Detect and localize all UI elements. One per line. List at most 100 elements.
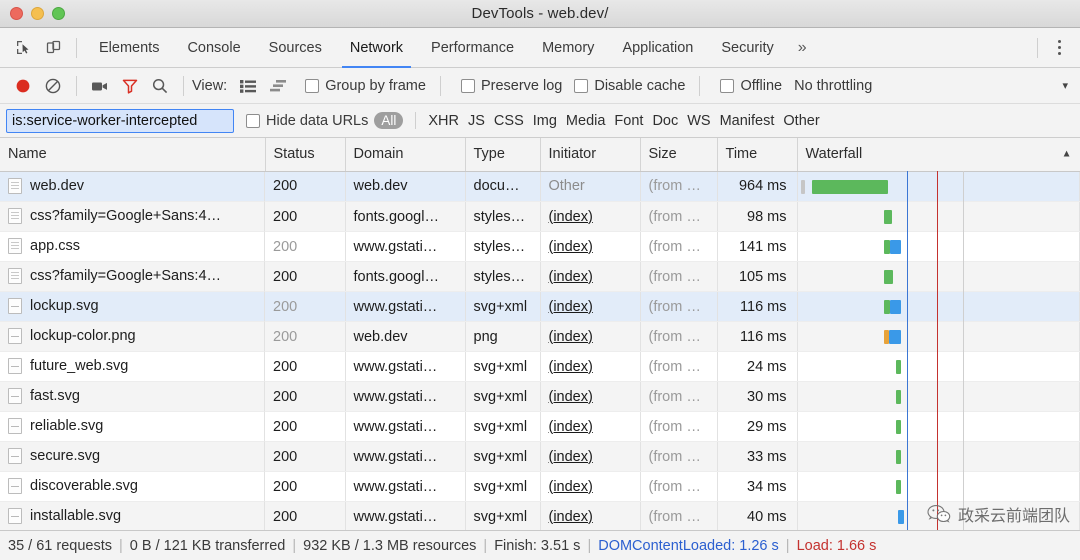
table-row[interactable]: future_web.svg 200 www.gstati… svg+xml (inde… — [0, 351, 1080, 382]
cell-size: (from … — [640, 201, 718, 232]
column-header-status[interactable]: Status — [265, 138, 346, 172]
cell-type-text: svg+xml — [473, 418, 528, 435]
table-row[interactable]: app.css 200 www.gstati… styles… (index) (from… — [0, 231, 1080, 262]
type-filter-other[interactable]: Other — [783, 113, 819, 129]
table-row[interactable]: installable.svg 200 www.gstati… svg+xml (ind… — [0, 501, 1080, 530]
cell-size: (from … — [640, 411, 718, 442]
cell-name[interactable]: reliable.svg — [0, 411, 265, 442]
requests-table-container[interactable]: Name Status Domain Type Initiator Size T… — [0, 138, 1080, 530]
cell-name[interactable]: app.css — [0, 231, 265, 262]
cell-type: svg+xml — [465, 291, 541, 322]
table-row[interactable]: lockup.svg 200 www.gstati… svg+xml (index) (f… — [0, 291, 1080, 322]
filter-funnel-icon[interactable] — [115, 73, 145, 99]
sort-ascending-icon[interactable]: ▲ — [1062, 149, 1072, 160]
type-filter-css[interactable]: CSS — [494, 113, 524, 129]
offline-box[interactable] — [720, 78, 735, 93]
column-header-waterfall[interactable]: Waterfall ▲ — [797, 138, 1080, 172]
more-tabs-button[interactable]: » — [788, 28, 817, 68]
column-header-name[interactable]: Name — [0, 138, 266, 172]
tab-security[interactable]: Security — [707, 28, 787, 68]
cell-type: styles… — [465, 261, 541, 292]
tab-application[interactable]: Application — [608, 28, 707, 68]
search-icon[interactable] — [145, 73, 175, 99]
type-filter-js[interactable]: JS — [468, 113, 485, 129]
cell-name[interactable]: css?family=Google+Sans:4… — [0, 261, 265, 292]
clear-icon[interactable] — [38, 73, 68, 99]
waterfall-segment — [895, 450, 901, 464]
tab-console[interactable]: Console — [173, 28, 254, 68]
preserve-log-checkbox[interactable]: Preserve log — [460, 78, 562, 94]
hide-data-urls-box[interactable] — [246, 113, 260, 128]
disable-cache-checkbox[interactable]: Disable cache — [574, 78, 685, 94]
cell-name[interactable]: secure.svg — [0, 441, 265, 472]
column-header-size[interactable]: Size — [640, 138, 718, 172]
tab-elements[interactable]: Elements — [85, 28, 173, 68]
type-filter-xhr[interactable]: XHR — [428, 113, 459, 129]
column-header-time[interactable]: Time — [717, 138, 798, 172]
type-filter-ws[interactable]: WS — [687, 113, 710, 129]
table-row[interactable]: reliable.svg 200 www.gstati… svg+xml (index)… — [0, 411, 1080, 442]
cell-name[interactable]: fast.svg — [0, 381, 265, 412]
cell-name[interactable]: css?family=Google+Sans:4… — [0, 201, 265, 232]
image-icon — [8, 358, 22, 374]
document-icon — [8, 208, 22, 224]
type-filter-manifest[interactable]: Manifest — [720, 113, 775, 129]
cell-domain: www.gstati… — [345, 291, 466, 322]
type-filter-doc[interactable]: Doc — [652, 113, 678, 129]
inspect-element-icon[interactable] — [8, 34, 38, 62]
throttling-select[interactable]: No throttling — [794, 78, 872, 94]
cell-initiator: (index) — [540, 501, 641, 530]
table-row[interactable]: css?family=Google+Sans:4… 200 fonts.googl…… — [0, 201, 1080, 232]
tab-network[interactable]: Network — [336, 28, 417, 68]
hide-data-urls-checkbox[interactable]: Hide data URLs — [246, 113, 368, 129]
cell-domain: www.gstati… — [345, 411, 466, 442]
cell-initiator-text: (index) — [548, 358, 593, 375]
transferred-size: 0 B / 121 KB transferred — [129, 537, 286, 554]
table-row[interactable]: fast.svg 200 www.gstati… svg+xml (index) (fro… — [0, 381, 1080, 412]
cell-name[interactable]: discoverable.svg — [0, 471, 265, 502]
table-row[interactable]: lockup-color.png 200 web.dev png (index) (fro… — [0, 321, 1080, 352]
filter-input[interactable] — [6, 108, 234, 133]
group-by-frame-checkbox[interactable]: Group by frame — [305, 78, 426, 94]
kebab-menu-icon[interactable] — [1046, 35, 1072, 61]
disable-cache-box[interactable] — [574, 78, 589, 93]
type-filter-media[interactable]: Media — [566, 113, 606, 129]
cell-status-text: 200 — [273, 508, 298, 525]
screenshot-camera-icon[interactable] — [85, 73, 115, 99]
cell-name[interactable]: web.dev — [0, 171, 265, 202]
table-row[interactable]: discoverable.svg 200 www.gstati… svg+xml (in… — [0, 471, 1080, 502]
image-icon — [8, 298, 22, 314]
column-header-initiator[interactable]: Initiator — [540, 138, 641, 172]
column-header-domain[interactable]: Domain — [345, 138, 466, 172]
tab-sources[interactable]: Sources — [255, 28, 336, 68]
chevron-down-icon[interactable]: ▾ — [1062, 79, 1072, 92]
preserve-log-box[interactable] — [460, 78, 475, 93]
request-name: secure.svg — [30, 448, 101, 464]
type-filter-img[interactable]: Img — [533, 113, 557, 129]
table-row[interactable]: css?family=Google+Sans:4… 200 fonts.googl…… — [0, 261, 1080, 292]
device-toolbar-icon[interactable] — [38, 34, 68, 62]
table-row[interactable]: secure.svg 200 www.gstati… svg+xml (index) (f… — [0, 441, 1080, 472]
offline-checkbox[interactable]: Offline — [720, 78, 782, 94]
type-filter-font[interactable]: Font — [614, 113, 643, 129]
cell-time: 116 ms — [717, 291, 798, 322]
list-view-icon[interactable] — [233, 73, 263, 99]
toolbar-divider-right — [1037, 37, 1038, 58]
cell-name[interactable]: future_web.svg — [0, 351, 265, 382]
cell-initiator-text: (index) — [548, 298, 593, 315]
column-header-type[interactable]: Type — [465, 138, 541, 172]
cell-time-text: 34 ms — [747, 478, 787, 495]
cell-size-text: (from … — [648, 208, 701, 225]
cell-name[interactable]: lockup-color.png — [0, 321, 265, 352]
type-filter-all[interactable]: All — [374, 112, 404, 129]
cell-type-text: docu… — [473, 178, 520, 195]
record-icon[interactable] — [8, 73, 38, 99]
cell-name[interactable]: lockup.svg — [0, 291, 265, 322]
cell-time: 116 ms — [717, 321, 798, 352]
table-row[interactable]: web.dev 200 web.dev docu… Other (from … 964 ms — [0, 171, 1080, 202]
tab-memory[interactable]: Memory — [528, 28, 608, 68]
group-by-frame-box[interactable] — [305, 78, 320, 93]
cell-name[interactable]: installable.svg — [0, 501, 265, 530]
waterfall-view-icon[interactable] — [263, 73, 293, 99]
tab-performance[interactable]: Performance — [417, 28, 528, 68]
